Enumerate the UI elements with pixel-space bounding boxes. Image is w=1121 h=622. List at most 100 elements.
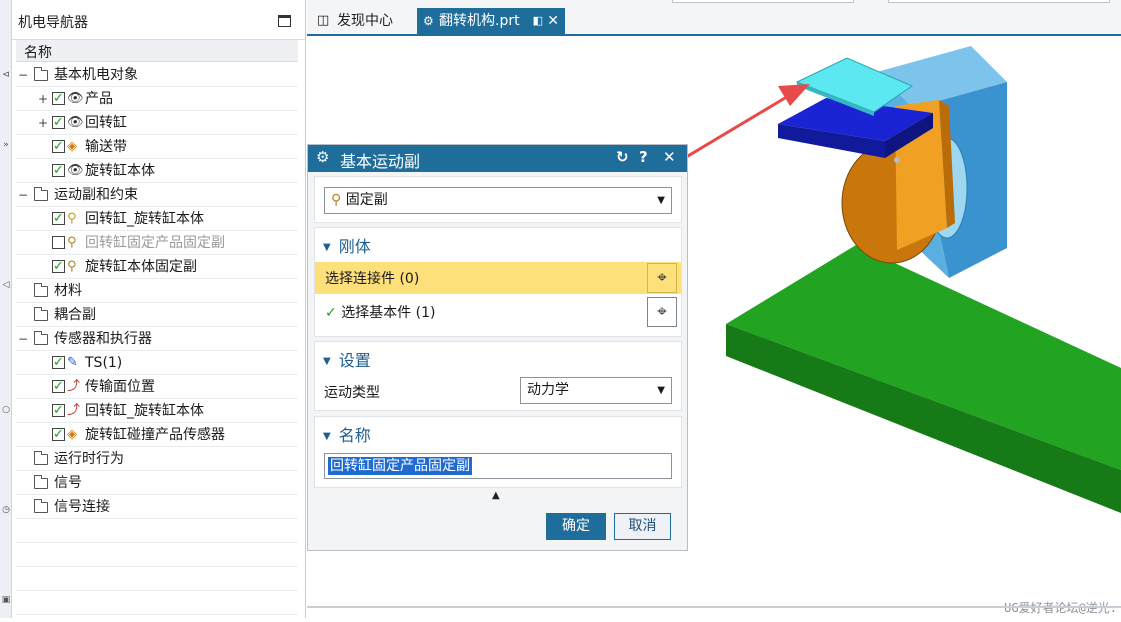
tree-row[interactable]: + 👁产品	[16, 87, 298, 111]
tree-row[interactable]: − 运动副和约束	[16, 183, 298, 207]
tree-row[interactable]: ◈ 旋转缸碰撞产品传感器	[16, 423, 298, 447]
visibility-checkbox[interactable]	[52, 351, 65, 375]
left-toolbar-strip: ⊲ » ◁ ○ ◷ ▣	[0, 0, 12, 618]
tab-part-file[interactable]: ⚙ 翻转机构.prt ◧ ✕	[417, 8, 565, 36]
navigator-tree: −基本机电对象+👁产品+👁回转缸◈输送带👁旋转缸本体−运动副和约束⚲回转缸_旋转…	[16, 63, 298, 615]
tree-row[interactable]: ⚲ 回转缸_旋转缸本体	[16, 207, 298, 231]
collapse-icon[interactable]: −	[18, 327, 28, 351]
visibility-checkbox[interactable]	[52, 236, 65, 249]
gear-icon[interactable]: ⚙	[316, 148, 329, 166]
toolbar-mark-icon[interactable]: ⊲	[1, 70, 11, 80]
tree-row[interactable]: 信号连接	[16, 495, 298, 519]
select-base-text: ✓ 选择基本件 (1)	[325, 302, 435, 322]
tab-label: 翻转机构.prt	[439, 13, 520, 29]
visibility-checkbox[interactable]	[52, 423, 65, 447]
tree-row[interactable]: ⚲ 回转缸固定产品固定副	[16, 231, 298, 255]
tree-empty-row	[16, 591, 298, 615]
expand-icon[interactable]: +	[38, 87, 48, 111]
rigid-body-header[interactable]: ▼ 刚体	[323, 233, 371, 257]
dialog-titlebar[interactable]: ⚙ 基本运动副 ↻ ? ✕	[308, 145, 687, 172]
visibility-checkbox[interactable]	[52, 159, 65, 183]
tree-row-label: 信号	[54, 475, 82, 491]
folder-icon	[34, 451, 48, 465]
tab-label: 发现中心	[337, 13, 393, 29]
tree-row[interactable]: 运行时行为	[16, 447, 298, 471]
collapse-icon[interactable]: −	[18, 183, 28, 207]
folder-icon	[34, 499, 48, 513]
reset-icon[interactable]: ↻	[616, 148, 629, 166]
tree-row-label: 基本机电对象	[54, 67, 138, 83]
tree-row-label: 回转缸	[85, 115, 127, 131]
visibility-checkbox[interactable]	[52, 207, 65, 231]
close-icon[interactable]: ✕	[663, 148, 676, 166]
toolbar-settings-icon[interactable]: ▣	[1, 595, 11, 605]
joint-type-section: ⚲ 固定副 ▼	[314, 176, 682, 223]
navigator-header: 机电导航器	[12, 0, 305, 40]
toolbar-clock-icon[interactable]: ◷	[1, 505, 11, 515]
tree-row[interactable]: ✎ TS(1)	[16, 351, 298, 375]
tree-row[interactable]: ⤴ 回转缸_旋转缸本体	[16, 399, 298, 423]
help-icon[interactable]: ?	[639, 148, 648, 166]
tree-empty-row	[16, 519, 298, 543]
tree-row-label: 输送带	[85, 139, 127, 155]
joint-type-dropdown[interactable]: ⚲ 固定副 ▼	[324, 187, 672, 214]
toolbar-arrow-icon[interactable]: »	[1, 140, 11, 150]
tree-row-label: 旋转缸碰撞产品传感器	[85, 427, 225, 443]
motion-type-dropdown[interactable]: 动力学 ▼	[520, 377, 672, 404]
cancel-button[interactable]: 取消	[614, 513, 671, 540]
tree-row-label: TS(1)	[85, 355, 123, 371]
visibility-checkbox[interactable]	[52, 135, 65, 159]
close-icon[interactable]: ✕	[547, 8, 559, 34]
motion-type-label: 运动类型	[324, 385, 380, 401]
tree-row[interactable]: − 基本机电对象	[16, 63, 298, 87]
tab-discovery-center[interactable]: ◫ 发现中心	[311, 8, 417, 36]
visibility-checkbox[interactable]	[52, 375, 65, 399]
visibility-checkbox[interactable]	[52, 87, 65, 111]
tree-row-label: 传输面位置	[85, 379, 155, 395]
select-base-row[interactable]: ✓ 选择基本件 (1) ⌖	[315, 296, 681, 328]
conveyor-icon: ◈	[67, 139, 77, 154]
tree-row-label: 产品	[85, 91, 113, 107]
name-input[interactable]: 回转缸固定产品固定副	[324, 453, 672, 479]
tree-row-label: 运动副和约束	[54, 187, 138, 203]
visibility-checkbox[interactable]	[52, 255, 65, 279]
tree-row[interactable]: ◈ 输送带	[16, 135, 298, 159]
settings-header[interactable]: ▼ 设置	[323, 347, 371, 371]
top-field[interactable]	[672, 0, 854, 3]
visibility-checkbox[interactable]	[52, 399, 65, 423]
tree-row-label: 旋转缸本体固定副	[85, 259, 197, 275]
tree-row-label: 回转缸固定产品固定副	[85, 235, 225, 251]
name-input-value: 回转缸固定产品固定副	[328, 457, 472, 475]
ok-button[interactable]: 确定	[546, 513, 606, 540]
toolbar-triangle-icon[interactable]: ◁	[1, 280, 11, 290]
tree-row[interactable]: 👁旋转缸本体	[16, 159, 298, 183]
conveyor-belt-model[interactable]	[726, 245, 1121, 513]
tree-row[interactable]: 信号	[16, 471, 298, 495]
tree-row-label: 耦合副	[54, 307, 96, 323]
toolbar-circle-icon[interactable]: ○	[1, 405, 11, 415]
part-file-icon: ⚙	[423, 14, 434, 28]
name-header[interactable]: ▼ 名称	[323, 422, 371, 446]
crosshair-icon[interactable]: ⌖	[647, 263, 677, 293]
maximize-icon[interactable]	[278, 15, 291, 27]
visibility-checkbox[interactable]	[52, 111, 65, 135]
tree-row[interactable]: − 传感器和执行器	[16, 327, 298, 351]
joint-type-value: 固定副	[345, 192, 388, 208]
section-title: 名称	[338, 426, 371, 445]
tab-pin-icon[interactable]: ◧	[533, 8, 543, 34]
tree-row[interactable]: 材料	[16, 279, 298, 303]
select-attachment-row[interactable]: 选择连接件 (0) ⌖	[315, 262, 681, 294]
top-field[interactable]	[888, 0, 1110, 3]
eye-icon: 👁	[67, 163, 84, 178]
tree-row[interactable]: + 👁回转缸	[16, 111, 298, 135]
column-header[interactable]: 名称	[16, 40, 298, 62]
tree-row[interactable]: ⚲ 旋转缸本体固定副	[16, 255, 298, 279]
collapse-up-icon[interactable]: ▲	[492, 490, 500, 501]
collapse-icon[interactable]: −	[18, 63, 28, 87]
chevron-down-icon: ▼	[657, 195, 665, 206]
section-title: 刚体	[338, 237, 371, 256]
crosshair-icon[interactable]: ⌖	[647, 297, 677, 327]
expand-icon[interactable]: +	[38, 111, 48, 135]
tree-row[interactable]: 耦合副	[16, 303, 298, 327]
tree-row[interactable]: ⤴ 传输面位置	[16, 375, 298, 399]
